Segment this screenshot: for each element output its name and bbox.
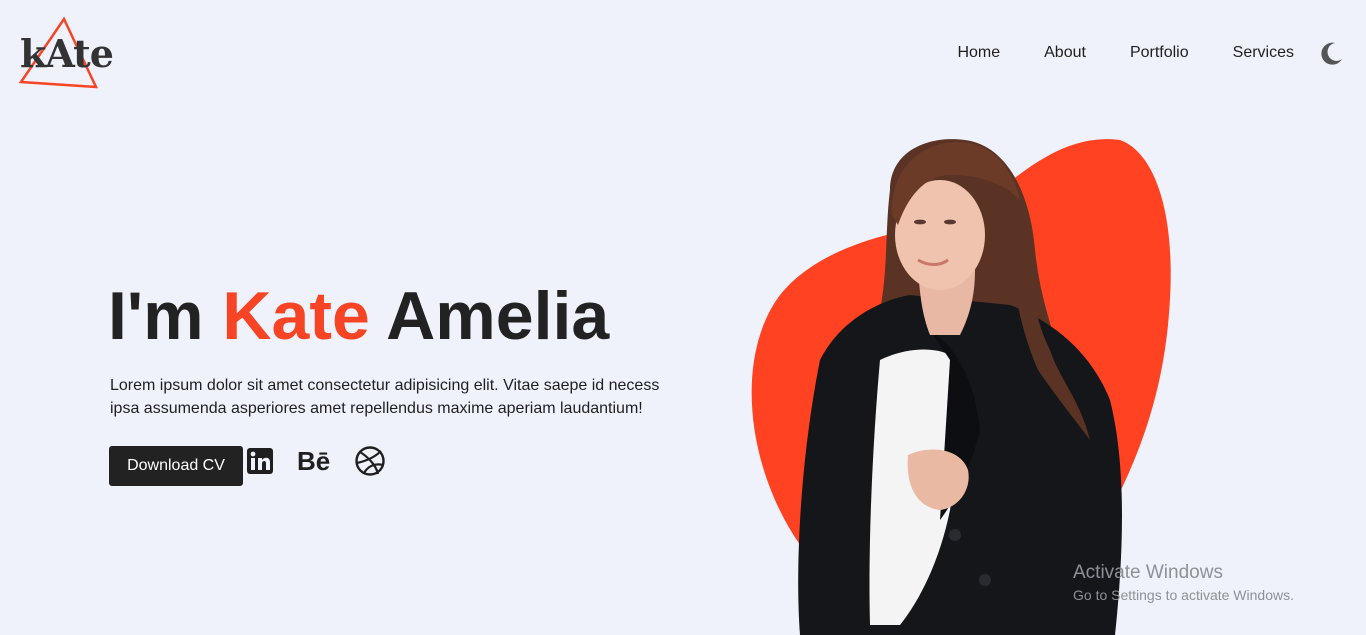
page: kAte Home About Portfolio Services I'm K… (0, 0, 1366, 635)
dribbble-icon[interactable] (354, 445, 386, 477)
nav-about[interactable]: About (1044, 38, 1086, 68)
site-logo[interactable]: kAte (18, 16, 114, 90)
hero-headline: I'm Kate Amelia (108, 278, 609, 354)
nav-home[interactable]: Home (957, 38, 1000, 68)
windows-activation-watermark: Activate Windows Go to Settings to activ… (1073, 562, 1294, 605)
watermark-title: Activate Windows (1073, 562, 1223, 583)
download-cv-button[interactable]: Download CV (109, 446, 243, 486)
watermark-subtitle: Go to Settings to activate Windows. (1073, 587, 1294, 603)
nav-services[interactable]: Services (1233, 38, 1294, 68)
logo-text: kAte (20, 31, 114, 76)
moon-icon[interactable] (1318, 40, 1344, 66)
social-links: Bē (247, 446, 386, 477)
linkedin-icon[interactable] (247, 448, 273, 474)
portrait-image (798, 139, 1122, 635)
main-nav: Home About Portfolio Services (957, 38, 1344, 68)
hero-actions: Download CV Bē (109, 446, 386, 486)
hero-description: Lorem ipsum dolor sit amet consectetur a… (110, 377, 660, 417)
headline-greeting: I'm (108, 278, 223, 354)
headline-last-name: Amelia (369, 278, 610, 354)
nav-portfolio[interactable]: Portfolio (1130, 38, 1189, 68)
headline-first-name: Kate (222, 278, 370, 354)
behance-icon[interactable]: Bē (297, 448, 330, 474)
